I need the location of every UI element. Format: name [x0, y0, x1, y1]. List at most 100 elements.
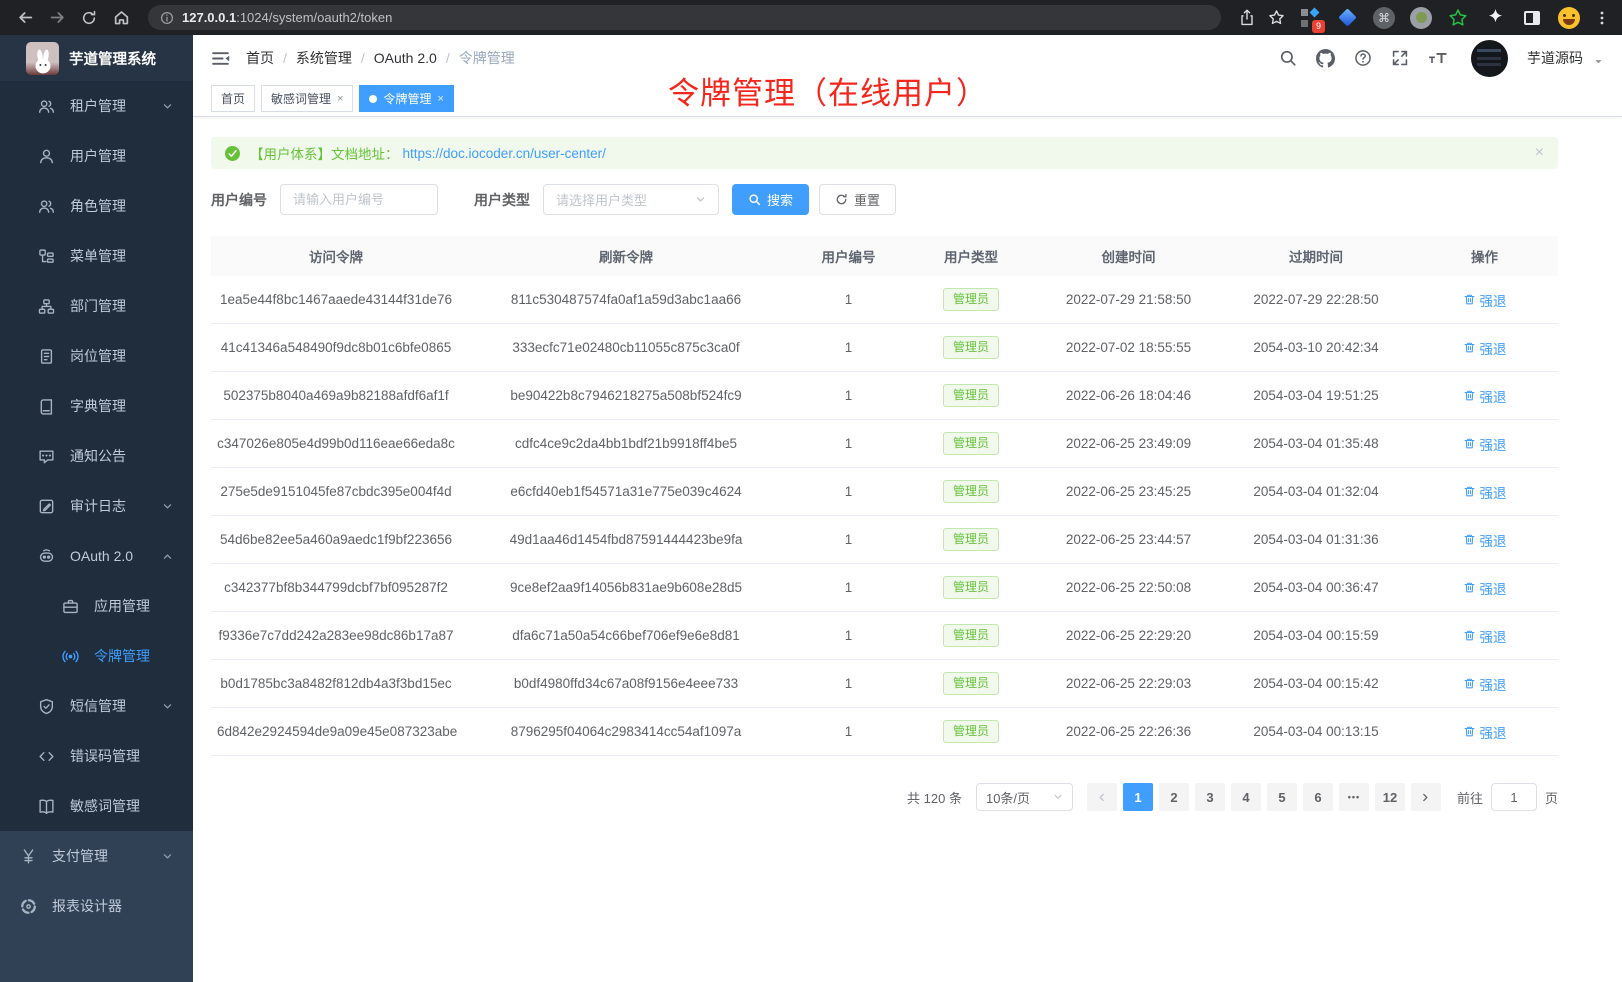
- chevron-down-icon: [1593, 56, 1604, 67]
- force-logout-button[interactable]: 强退: [1463, 290, 1507, 310]
- expires-cell: 2054-03-04 01:31:36: [1221, 532, 1411, 547]
- tab-close-icon[interactable]: ×: [437, 93, 443, 105]
- extension-sidepanel-icon[interactable]: [1520, 6, 1544, 30]
- extension-colorful-icon[interactable]: 9: [1298, 6, 1322, 30]
- url-bar[interactable]: 127.0.0.1:1024/system/oauth2/token: [148, 5, 1221, 30]
- force-logout-label: 强退: [1480, 674, 1507, 694]
- reset-button[interactable]: 重置: [819, 184, 896, 215]
- sidebar-item-role[interactable]: 角色管理: [0, 181, 193, 231]
- chevron-down-icon: [162, 501, 173, 512]
- profile-avatar-icon[interactable]: [1557, 6, 1581, 30]
- tab-close-icon[interactable]: ×: [337, 93, 343, 105]
- user-id-cell: 1: [791, 340, 906, 355]
- user-avatar[interactable]: [1471, 40, 1508, 77]
- breadcrumb-oauth2[interactable]: OAuth 2.0: [374, 50, 437, 66]
- actions-cell: 强退: [1411, 578, 1558, 598]
- hamburger-icon[interactable]: [211, 50, 230, 67]
- github-icon[interactable]: [1316, 49, 1335, 68]
- sidebar-item-error-code[interactable]: 错误码管理: [0, 731, 193, 781]
- user-type-label: 用户类型: [474, 190, 530, 210]
- page-button-2[interactable]: 2: [1159, 783, 1189, 811]
- breadcrumb-home[interactable]: 首页: [246, 48, 274, 68]
- next-page-button[interactable]: [1411, 783, 1441, 811]
- sidebar-item-notice[interactable]: 通知公告: [0, 431, 193, 481]
- sidebar-item-report-designer[interactable]: 报表设计器: [0, 881, 193, 931]
- extension-green-star-icon[interactable]: [1446, 6, 1470, 30]
- sidebar-item-oauth2-token[interactable]: 令牌管理: [0, 631, 193, 681]
- help-icon[interactable]: [1354, 49, 1372, 67]
- goto-page-input[interactable]: [1491, 783, 1537, 811]
- share-icon[interactable]: [1239, 9, 1255, 26]
- prev-page-button[interactable]: [1087, 783, 1117, 811]
- page-button-3[interactable]: 3: [1195, 783, 1225, 811]
- user-type-cell: 管理员: [906, 672, 1036, 695]
- sidebar-item-audit-log[interactable]: 审计日志: [0, 481, 193, 531]
- trash-icon: [1463, 341, 1476, 354]
- force-logout-button[interactable]: 强退: [1463, 530, 1507, 550]
- page-button-1[interactable]: 1: [1123, 783, 1153, 811]
- page-content: 【用户体系】文档地址： https://doc.iocoder.cn/user-…: [193, 117, 1622, 811]
- sidebar-item-post[interactable]: 岗位管理: [0, 331, 193, 381]
- forward-icon[interactable]: [44, 5, 70, 31]
- tab-token[interactable]: 令牌管理×: [359, 85, 453, 112]
- access-token-cell: 275e5de9151045fe87cbdc395e004f4d: [211, 484, 461, 499]
- extension-command-icon[interactable]: ⌘: [1372, 6, 1396, 30]
- user-type-cell: 管理员: [906, 576, 1036, 599]
- force-logout-button[interactable]: 强退: [1463, 578, 1507, 598]
- app-logo[interactable]: 芋道管理系统: [0, 35, 193, 81]
- user-type-select[interactable]: 请选择用户类型: [543, 184, 719, 215]
- robot-icon: [38, 548, 55, 565]
- force-logout-button[interactable]: 强退: [1463, 386, 1507, 406]
- fullscreen-icon[interactable]: [1391, 49, 1409, 67]
- doc-link[interactable]: https://doc.iocoder.cn/user-center/: [403, 146, 606, 161]
- extension-record-icon[interactable]: [1409, 6, 1433, 30]
- logo-rabbit-avatar: [26, 42, 59, 75]
- site-info-icon[interactable]: [160, 11, 174, 25]
- sidebar-item-dept[interactable]: 部门管理: [0, 281, 193, 331]
- force-logout-button[interactable]: 强退: [1463, 434, 1507, 454]
- refresh-token-cell: 49d1aa46d1454fbd87591444423be9fa: [461, 532, 791, 547]
- page-button-6[interactable]: 6: [1303, 783, 1333, 811]
- created-cell: 2022-06-25 23:45:25: [1036, 484, 1221, 499]
- sidebar-item-sensitive-word[interactable]: 敏感词管理: [0, 781, 193, 831]
- total-count: 共 120 条: [907, 788, 962, 807]
- sidebar-item-tenant[interactable]: 租户管理: [0, 81, 193, 131]
- browser-menu-icon[interactable]: [1594, 10, 1610, 26]
- reload-icon[interactable]: [76, 5, 102, 31]
- bookmark-star-icon[interactable]: [1268, 9, 1285, 26]
- alert-close-icon[interactable]: ×: [1535, 144, 1544, 162]
- table-row: 275e5de9151045fe87cbdc395e004f4de6cfd40e…: [211, 468, 1558, 516]
- page-button-5[interactable]: 5: [1267, 783, 1297, 811]
- font-size-icon[interactable]: [1428, 50, 1448, 66]
- sidebar-item-menu[interactable]: 菜单管理: [0, 231, 193, 281]
- extension-pinwheel-icon[interactable]: [1483, 6, 1507, 30]
- force-logout-button[interactable]: 强退: [1463, 626, 1507, 646]
- user-name[interactable]: 芋道源码: [1527, 48, 1583, 68]
- sidebar-item-pay[interactable]: 支付管理: [0, 831, 193, 881]
- sidebar-item-dict[interactable]: 字典管理: [0, 381, 193, 431]
- page-button-4[interactable]: 4: [1231, 783, 1261, 811]
- sidebar-item-sms[interactable]: 短信管理: [0, 681, 193, 731]
- page-size-select[interactable]: 10条/页: [976, 783, 1073, 811]
- header-search-icon[interactable]: [1279, 49, 1297, 67]
- extension-gem-icon[interactable]: [1335, 6, 1359, 30]
- home-icon[interactable]: [108, 5, 134, 31]
- tab-sensitive-word[interactable]: 敏感词管理×: [261, 85, 353, 112]
- force-logout-label: 强退: [1480, 386, 1507, 406]
- sidebar-item-user[interactable]: 用户管理: [0, 131, 193, 181]
- user-id-input[interactable]: [280, 184, 438, 215]
- search-button[interactable]: 搜索: [732, 184, 809, 215]
- back-icon[interactable]: [12, 5, 38, 31]
- tab-home[interactable]: 首页: [211, 85, 255, 112]
- force-logout-button[interactable]: 强退: [1463, 722, 1507, 742]
- breadcrumb-system[interactable]: 系统管理: [296, 48, 352, 68]
- sidebar-item-oauth2-app[interactable]: 应用管理: [0, 581, 193, 631]
- force-logout-button[interactable]: 强退: [1463, 482, 1507, 502]
- force-logout-button[interactable]: 强退: [1463, 338, 1507, 358]
- more-pages-button[interactable]: •••: [1339, 783, 1369, 811]
- breadcrumb-separator: /: [446, 50, 450, 66]
- sidebar-item-oauth2[interactable]: OAuth 2.0: [0, 531, 193, 581]
- force-logout-button[interactable]: 强退: [1463, 674, 1507, 694]
- page-button-12[interactable]: 12: [1375, 783, 1405, 811]
- actions-cell: 强退: [1411, 338, 1558, 358]
